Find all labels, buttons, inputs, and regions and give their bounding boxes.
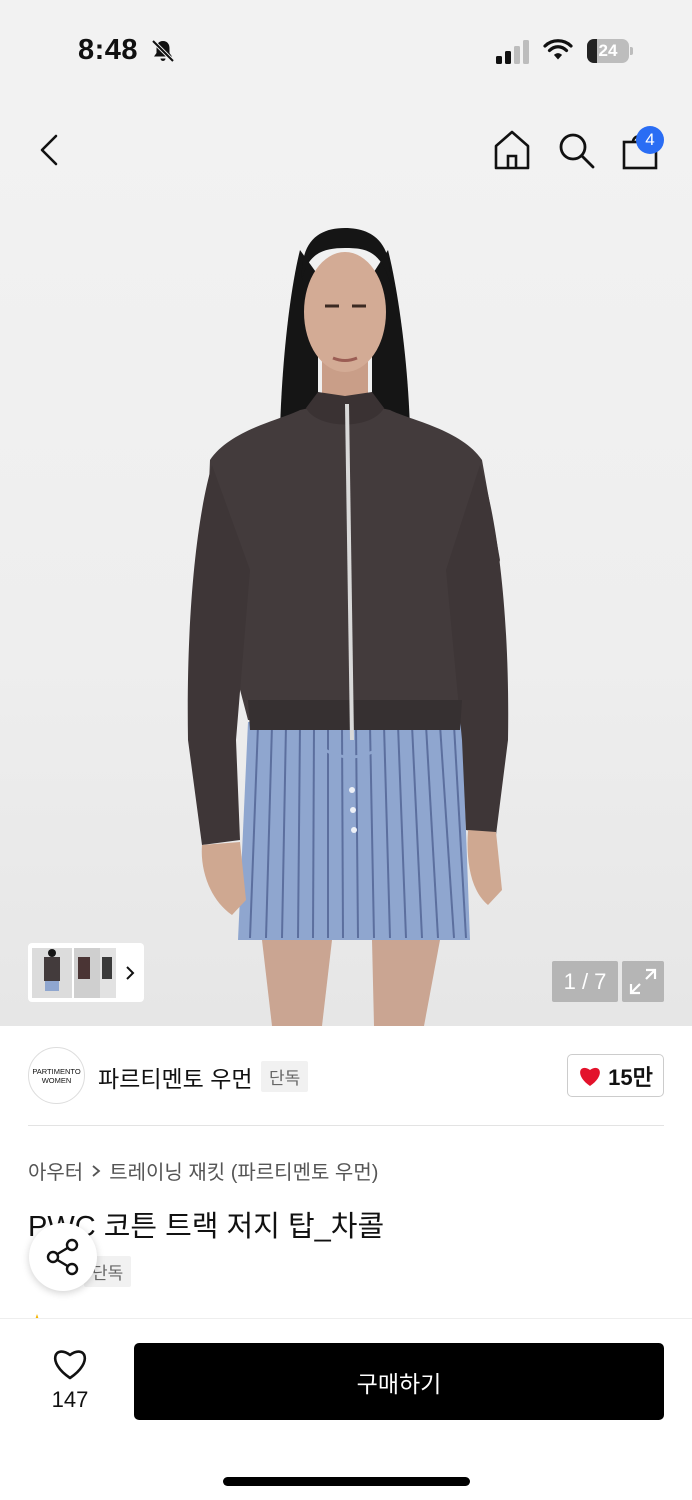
product-image-gallery[interactable]: 1 / 7 [0,100,692,1026]
bottom-action-bar: 147 구매하기 [0,1318,692,1500]
home-indicator [223,1477,470,1486]
brand-logo-line1: PARTIMENTO [32,1066,81,1076]
back-arrow-icon[interactable] [32,130,68,170]
wishlist-button[interactable]: 147 [36,1343,104,1415]
cellular-signal-icon [496,40,529,64]
brand-row[interactable]: PARTIMENTO WOMEN 파르티멘토 우먼 단독 15만 [0,1026,692,1126]
bell-muted-icon [151,39,175,63]
search-icon[interactable] [556,130,596,170]
battery-icon: 24 [587,39,633,63]
divider [28,1125,664,1126]
status-time: 8:48 [78,34,139,66]
brand-like-button[interactable]: 15만 [567,1054,664,1097]
image-counter: 1 / 7 [552,961,618,1002]
share-icon [46,1238,79,1276]
status-bar: 8:48 24 [0,0,692,100]
exclusive-badge: 단독 [261,1061,309,1092]
chevron-right-icon [92,1164,101,1177]
buy-button[interactable]: 구매하기 [134,1343,664,1420]
brand-name[interactable]: 파르티멘토 우먼 [98,1060,253,1094]
expand-icon[interactable] [622,961,664,1002]
cart-count-badge: 4 [636,126,664,154]
home-icon[interactable] [492,128,532,172]
heart-outline-icon [53,1350,87,1380]
brand-like-count: 15만 [608,1064,653,1090]
breadcrumb-category[interactable]: 아우터 [28,1156,83,1185]
breadcrumb: 아우터 트레이닝 재킷 (파르티멘토 우먼) [28,1156,378,1185]
thumbnail-images [32,948,135,998]
thumbnail-strip[interactable] [28,943,144,1002]
wifi-icon [543,39,573,60]
chevron-right-icon [126,966,135,980]
brand-logo[interactable]: PARTIMENTO WOMEN [28,1047,85,1104]
breadcrumb-subcategory[interactable]: 트레이닝 재킷 (파르티멘토 우먼) [109,1156,378,1185]
brand-logo-line2: WOMEN [41,1075,72,1085]
share-button[interactable] [29,1223,97,1291]
heart-filled-icon [580,1067,601,1086]
wishlist-count: 147 [51,1387,89,1412]
product-photo [187,228,509,1026]
battery-percentage: 24 [598,41,618,60]
product-detail-screen: 8:48 24 1 / 7 4 PARTIMENTO WOMEN 파르티멘토 우… [0,0,692,1500]
